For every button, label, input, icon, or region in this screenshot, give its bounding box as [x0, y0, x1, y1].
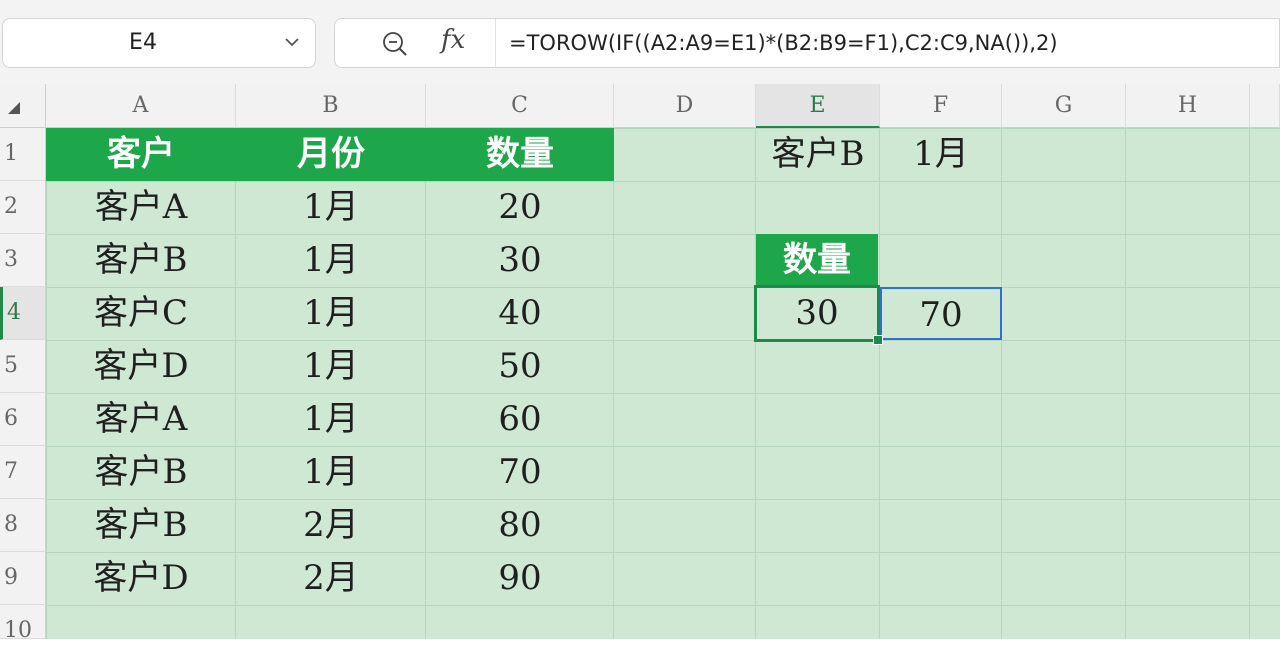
- name-box[interactable]: E4: [2, 18, 316, 68]
- row-header-10[interactable]: 10: [0, 605, 46, 643]
- cell-c3[interactable]: 30: [426, 234, 614, 287]
- cell-c7[interactable]: 70: [426, 446, 614, 499]
- row-header-3[interactable]: 3: [0, 234, 46, 287]
- cell-c5[interactable]: 50: [426, 340, 614, 393]
- row-header-6[interactable]: 6: [0, 393, 46, 446]
- column-header-c[interactable]: C: [426, 84, 614, 128]
- formula-input-area[interactable]: fx =TOROW(IF((A2:A9=E1)*(B2:B9=F1),C2:C9…: [334, 18, 1280, 68]
- cell-a7[interactable]: 客户B: [46, 446, 236, 499]
- divider: [495, 19, 496, 67]
- cell-b3[interactable]: 1月: [236, 234, 426, 287]
- cell-a4[interactable]: 客户C: [46, 287, 236, 340]
- column-header-b[interactable]: B: [236, 84, 426, 128]
- column-header-d[interactable]: D: [614, 84, 756, 128]
- cell-b7[interactable]: 1月: [236, 446, 426, 499]
- cell-e1[interactable]: 客户B: [756, 128, 880, 181]
- row-header-7[interactable]: 7: [0, 446, 46, 499]
- cell-c8[interactable]: 80: [426, 499, 614, 552]
- cell-a1[interactable]: 客户: [46, 128, 236, 181]
- cell-a2[interactable]: 客户A: [46, 181, 236, 234]
- chevron-down-icon[interactable]: [283, 33, 301, 51]
- row-header-2[interactable]: 2: [0, 181, 46, 234]
- cell-e4-active[interactable]: 30: [754, 285, 880, 342]
- column-header-a[interactable]: A: [46, 84, 236, 128]
- cell-b8[interactable]: 2月: [236, 499, 426, 552]
- spreadsheet-grid: A B C D E F G H 1 2 3 4 5 6 7 8 9 10 客户 …: [0, 84, 1280, 643]
- row-header-1[interactable]: 1: [0, 128, 46, 181]
- cell-b5[interactable]: 1月: [236, 340, 426, 393]
- cell-a6[interactable]: 客户A: [46, 393, 236, 446]
- row-header-5[interactable]: 5: [0, 340, 46, 393]
- cell-a8[interactable]: 客户B: [46, 499, 236, 552]
- cell-c1[interactable]: 数量: [426, 128, 614, 181]
- zoom-out-icon[interactable]: [381, 30, 409, 58]
- name-box-value: E4: [129, 30, 157, 55]
- cell-c2[interactable]: 20: [426, 181, 614, 234]
- cell-c6[interactable]: 60: [426, 393, 614, 446]
- row-header-9[interactable]: 9: [0, 552, 46, 605]
- column-header-i[interactable]: [1250, 84, 1280, 128]
- cell-b6[interactable]: 1月: [236, 393, 426, 446]
- cell-b2[interactable]: 1月: [236, 181, 426, 234]
- cell-a5[interactable]: 客户D: [46, 340, 236, 393]
- fill-handle[interactable]: [873, 335, 883, 345]
- cell-b4[interactable]: 1月: [236, 287, 426, 340]
- cell-a9[interactable]: 客户D: [46, 552, 236, 605]
- column-header-e[interactable]: E: [756, 84, 880, 128]
- row-header-8[interactable]: 8: [0, 499, 46, 552]
- row-header-4[interactable]: 4: [0, 287, 46, 340]
- cell-b1[interactable]: 月份: [236, 128, 426, 181]
- column-header-g[interactable]: G: [1002, 84, 1126, 128]
- cell-f4-spill[interactable]: 70: [880, 287, 1002, 340]
- cell-f1[interactable]: 1月: [880, 128, 1002, 181]
- cell-c9[interactable]: 90: [426, 552, 614, 605]
- formula-text[interactable]: =TOROW(IF((A2:A9=E1)*(B2:B9=F1),C2:C9,NA…: [509, 19, 1058, 67]
- column-header-f[interactable]: F: [880, 84, 1002, 128]
- cell-c4[interactable]: 40: [426, 287, 614, 340]
- formula-bar: E4 fx =TOROW(IF((A2:A9=E1)*(B2:B9=F1),C2…: [0, 0, 1280, 85]
- cell-area[interactable]: 客户 月份 数量 客户B 1月 客户A 1月 20 客户B 1月 30 客户C …: [46, 128, 1280, 639]
- select-all-icon: [8, 102, 20, 114]
- fx-icon[interactable]: fx: [441, 25, 465, 55]
- column-header-h[interactable]: H: [1126, 84, 1250, 128]
- cell-b9[interactable]: 2月: [236, 552, 426, 605]
- cell-a3[interactable]: 客户B: [46, 234, 236, 287]
- cell-e3[interactable]: 数量: [756, 234, 878, 287]
- select-all-corner[interactable]: [0, 84, 46, 128]
